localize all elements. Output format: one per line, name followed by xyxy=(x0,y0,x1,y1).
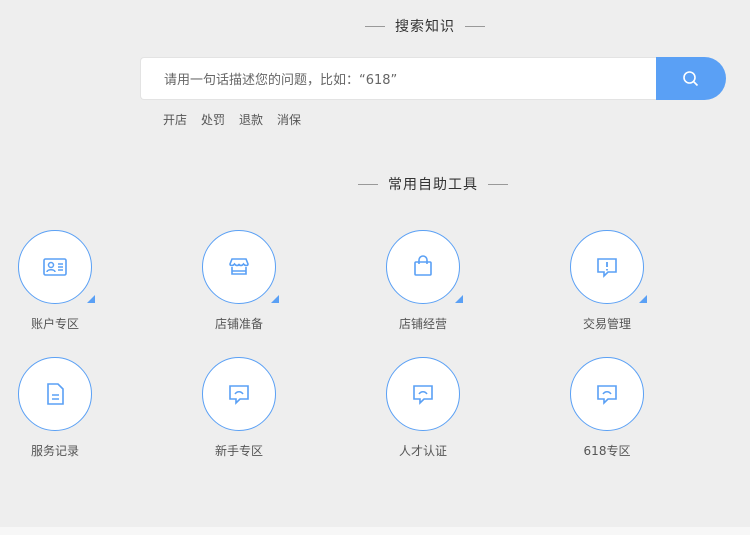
search-bar: 请用一句话描述您的问题，比如：“618” xyxy=(140,57,726,100)
expand-corner-icon[interactable] xyxy=(87,295,95,303)
chat-icon xyxy=(229,385,249,405)
tool-icon-circle[interactable] xyxy=(570,230,647,304)
tool-label: 店铺经营 xyxy=(398,317,447,331)
tool-label: 服务记录 xyxy=(30,444,79,458)
search-icon xyxy=(683,70,699,86)
search-section-title: 搜索知识 xyxy=(50,16,750,36)
tool-icon-circle[interactable] xyxy=(18,230,95,304)
tool-item[interactable]: 账户专区 xyxy=(0,230,115,332)
search-input[interactable]: 请用一句话描述您的问题，比如：“618” xyxy=(140,57,656,100)
document-icon xyxy=(47,383,64,405)
hot-tag[interactable]: 消保 xyxy=(277,111,301,128)
hot-tag[interactable]: 退款 xyxy=(239,111,263,128)
tool-label: 人才认证 xyxy=(398,444,447,458)
expand-corner-icon[interactable] xyxy=(271,295,279,303)
tools-section-title: 常用自助工具 xyxy=(58,174,750,194)
tool-item[interactable]: 服务记录 xyxy=(0,357,115,459)
tool-item[interactable]: 店铺经营 xyxy=(363,230,483,332)
tool-label: 618专区 xyxy=(583,444,631,458)
hot-tags: 开店 处罚 退款 消保 xyxy=(163,111,301,128)
store-icon xyxy=(229,258,249,275)
title-text: 常用自助工具 xyxy=(388,177,478,193)
tool-icon-circle[interactable] xyxy=(386,357,460,431)
tool-icon-circle[interactable] xyxy=(202,230,279,304)
tool-label: 店铺准备 xyxy=(214,317,263,331)
alert-chat-icon xyxy=(597,258,617,278)
id-card-icon xyxy=(43,258,67,276)
tool-label: 新手专区 xyxy=(214,444,263,458)
tool-item[interactable]: 人才认证 xyxy=(363,357,483,459)
footer-strip xyxy=(0,527,750,535)
title-text: 搜索知识 xyxy=(395,19,455,35)
tool-icon-circle[interactable] xyxy=(386,230,463,304)
tool-icon-circle[interactable] xyxy=(570,357,644,431)
chat-icon xyxy=(597,385,617,405)
tool-item[interactable]: 店铺准备 xyxy=(179,230,299,332)
expand-corner-icon[interactable] xyxy=(455,295,463,303)
tool-label: 账户专区 xyxy=(30,317,79,331)
tool-icon-circle[interactable] xyxy=(18,357,92,431)
tool-item[interactable]: 618专区 xyxy=(547,357,667,459)
tool-item[interactable]: 新手专区 xyxy=(179,357,299,459)
expand-corner-icon[interactable] xyxy=(639,295,647,303)
search-button[interactable] xyxy=(656,57,726,100)
tool-item[interactable]: 交易管理 xyxy=(547,230,667,332)
hot-tag[interactable]: 开店 xyxy=(163,111,187,128)
tool-icon-circle[interactable] xyxy=(202,357,276,431)
tool-label: 交易管理 xyxy=(582,317,631,331)
chat-icon xyxy=(413,385,433,405)
hot-tag[interactable]: 处罚 xyxy=(201,111,225,128)
shopping-bag-icon xyxy=(414,255,432,276)
